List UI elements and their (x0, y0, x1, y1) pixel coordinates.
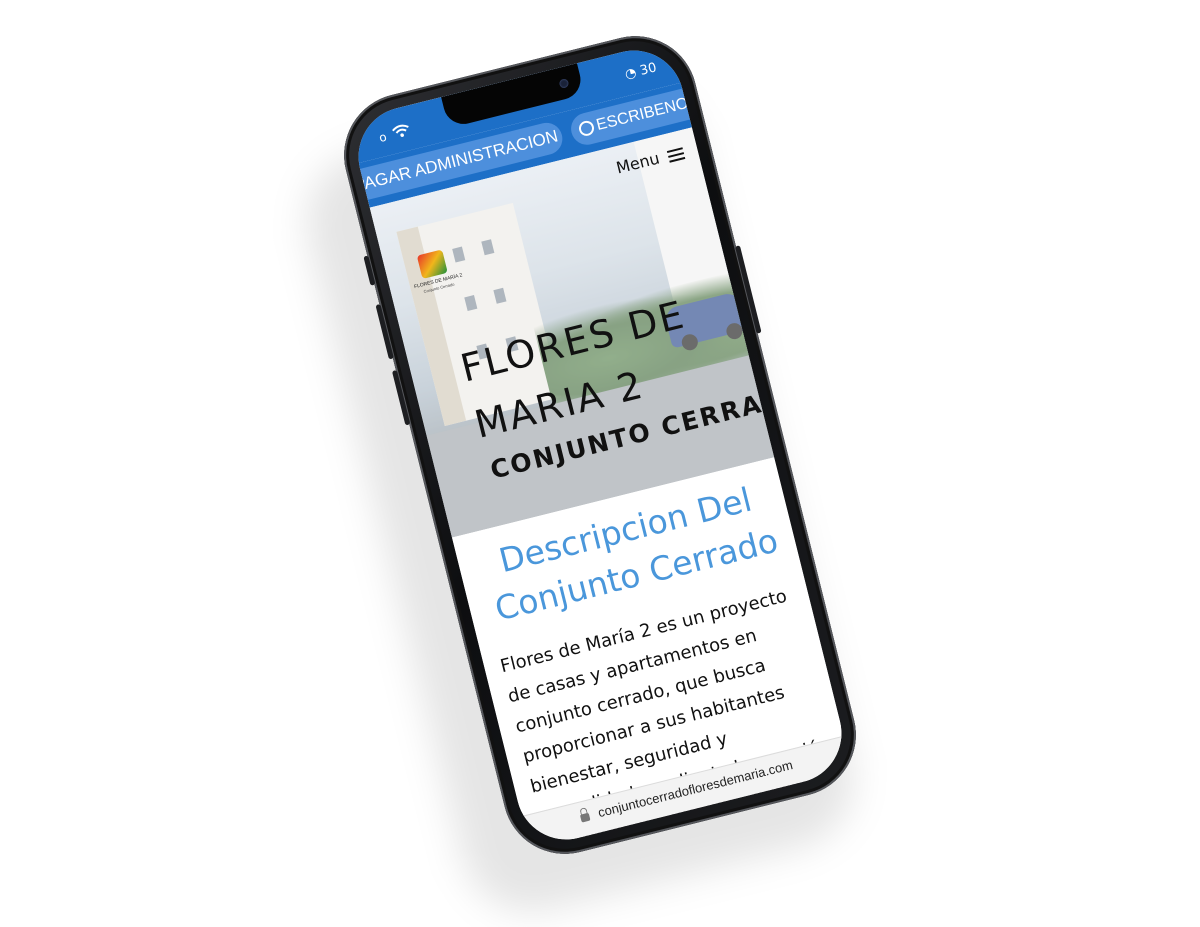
battery-text: 30 (638, 60, 659, 79)
lock-icon (579, 812, 591, 823)
whatsapp-icon (577, 119, 596, 138)
signal-indicator: o (377, 129, 389, 146)
wifi-icon (392, 124, 409, 137)
battery-indicator: ◔ 30 (623, 60, 658, 82)
camera-lens (558, 78, 570, 89)
flower-logo-icon (416, 249, 448, 279)
hamburger-icon (666, 146, 686, 163)
battery-alarm-icon: ◔ (623, 65, 639, 83)
